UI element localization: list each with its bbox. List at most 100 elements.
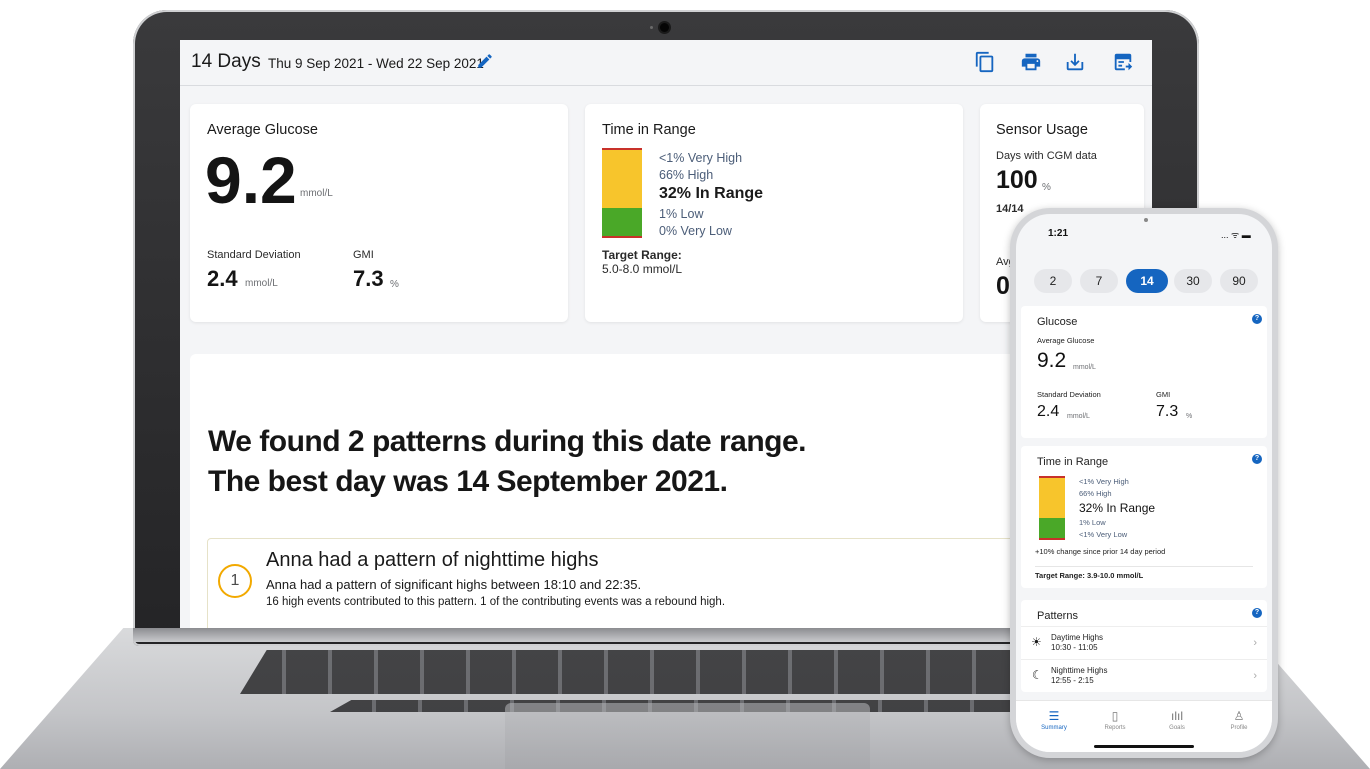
sd-label: Standard Deviation <box>207 249 301 261</box>
gmi-unit: % <box>1186 413 1193 420</box>
nav-label: Profile <box>1230 725 1248 731</box>
laptop-camera <box>660 23 669 32</box>
nav-profile[interactable]: ♙ Profile <box>1214 709 1264 731</box>
in-range-segment <box>602 208 642 236</box>
target-range-label: Target Range: <box>602 248 682 262</box>
goals-icon: ılıl <box>1171 709 1183 723</box>
chevron-right-icon: › <box>1253 670 1257 682</box>
pattern-row-nighttime[interactable]: ☾ Nighttime Highs 12:55 - 2:15 › <box>1021 659 1267 692</box>
pattern-detail: 16 high events contributed to this patte… <box>266 596 726 608</box>
nav-label: Goals <box>1169 725 1185 731</box>
pattern-time: 10:30 - 11:05 <box>1051 643 1098 652</box>
date-range: Thu 9 Sep 2021 - Wed 22 Sep 2021 <box>268 56 484 71</box>
pattern-row-daytime[interactable]: ☀ Daytime Highs 10:30 - 11:05 › <box>1021 626 1267 659</box>
sun-icon: ☀ <box>1031 635 1042 649</box>
card-title: Average Glucose <box>207 122 318 138</box>
status-time: 1:21 <box>1048 228 1069 239</box>
phone-screen: 1:21 ... ᯤ ▬ 2 7 14 30 90 Glucose ? Aver… <box>1016 214 1272 752</box>
gmi-label: GMI <box>353 249 374 261</box>
gmi-unit: % <box>390 279 399 290</box>
profile-icon: ♙ <box>1233 709 1245 723</box>
low-label: 1% Low <box>659 207 704 221</box>
patterns-headline-line-1: We found 2 patterns during this date ran… <box>208 425 807 458</box>
average-glucose-unit: mmol/L <box>300 188 333 199</box>
change-note: +10% change since prior 14 day period <box>1035 547 1166 556</box>
target-range-value: 5.0-8.0 mmol/L <box>602 262 683 276</box>
patterns-headline: We found 2 patterns during this date ran… <box>208 422 807 502</box>
reports-icon: ▯ <box>1111 709 1119 723</box>
card-title: Patterns <box>1037 610 1078 622</box>
status-icons: ... ᯤ ▬ <box>1221 230 1251 240</box>
laptop-trackpad <box>505 703 870 769</box>
card-title: Time in Range <box>602 122 696 138</box>
range-chip-30[interactable]: 30 <box>1174 269 1212 293</box>
pattern-label: Nighttime Highs <box>1051 666 1108 675</box>
cgm-days-ratio: 14/14 <box>996 203 1024 215</box>
pattern-time: 12:55 - 2:15 <box>1051 676 1094 685</box>
range-chip-90[interactable]: 90 <box>1220 269 1258 293</box>
patterns-section: We found 2 patterns during this date ran… <box>190 354 1152 628</box>
nav-reports[interactable]: ▯ Reports <box>1090 709 1140 731</box>
avg-value: 0 <box>996 272 1010 300</box>
gmi-value: 7.3 <box>1156 403 1179 420</box>
cgm-days-value: 100 <box>996 166 1038 194</box>
card-title: Glucose <box>1037 316 1078 328</box>
glucose-card: Glucose ? Average Glucose 9.2 mmol/L Sta… <box>1021 306 1267 438</box>
time-in-range-card: Time in Range <1% Very High 66% High 32%… <box>585 104 963 322</box>
nav-goals[interactable]: ılıl Goals <box>1152 709 1202 731</box>
export-icon[interactable] <box>1112 51 1134 73</box>
info-icon[interactable]: ? <box>1252 314 1262 324</box>
low-segment <box>1039 538 1065 540</box>
print-icon[interactable] <box>1020 51 1042 73</box>
copy-icon[interactable] <box>974 51 996 73</box>
range-chip-2[interactable]: 2 <box>1034 269 1072 293</box>
chevron-right-icon: › <box>1253 637 1257 649</box>
in-range-label: 32% In Range <box>1079 501 1156 515</box>
card-title: Sensor Usage <box>996 122 1088 138</box>
low-segment <box>602 236 642 238</box>
nav-summary[interactable]: ☰ Summary <box>1029 709 1079 731</box>
average-glucose-value: 9.2 <box>1037 349 1067 372</box>
report-header: 14 Days Thu 9 Sep 2021 - Wed 22 Sep 2021 <box>180 40 1152 86</box>
cgm-days-label: Days with CGM data <box>996 150 1097 162</box>
gmi-value: 7.3 <box>353 266 384 291</box>
phone-time-in-range-bar <box>1039 476 1065 540</box>
pattern-item[interactable]: 1 Anna had a pattern of nighttime highs … <box>207 538 1037 628</box>
download-icon[interactable] <box>1064 51 1086 73</box>
nav-label: Reports <box>1104 725 1126 731</box>
average-glucose-label: Average Glucose <box>1037 336 1095 345</box>
moon-icon: ☾ <box>1032 668 1043 682</box>
info-icon[interactable]: ? <box>1252 608 1262 618</box>
range-label: 14 Days <box>191 51 261 72</box>
very-low-label: 0% Very Low <box>659 224 732 238</box>
phone-patterns-card: Patterns ? ☀ Daytime Highs 10:30 - 11:05… <box>1021 600 1267 692</box>
high-label: 66% High <box>1079 489 1112 498</box>
info-icon[interactable]: ? <box>1252 454 1262 464</box>
gmi-label: GMI <box>1156 390 1171 399</box>
in-range-segment <box>1039 518 1065 538</box>
laptop-sensor <box>650 26 653 29</box>
pattern-description: Anna had a pattern of significant highs … <box>266 577 642 592</box>
sd-value: 2.4 <box>207 266 238 291</box>
low-label: 1% Low <box>1079 518 1106 527</box>
cgm-days-unit: % <box>1042 182 1051 193</box>
phone-time-in-range-card: Time in Range ? <1% Very High 66% High 3… <box>1021 446 1267 588</box>
very-high-label: <1% Very High <box>659 151 743 165</box>
sd-label: Standard Deviation <box>1037 390 1101 399</box>
range-chip-7[interactable]: 7 <box>1080 269 1118 293</box>
range-chip-14[interactable]: 14 <box>1126 269 1168 293</box>
phone-front-camera <box>1144 218 1148 222</box>
card-title: Time in Range <box>1037 456 1109 468</box>
home-indicator <box>1094 745 1194 748</box>
average-glucose-unit: mmol/L <box>1073 364 1096 371</box>
target-range: Target Range: 3.9-10.0 mmol/L <box>1035 566 1253 580</box>
laptop-screen: 14 Days Thu 9 Sep 2021 - Wed 22 Sep 2021… <box>180 40 1152 628</box>
average-glucose-card: Average Glucose 9.2 mmol/L Standard Devi… <box>190 104 568 322</box>
pattern-label: Daytime Highs <box>1051 633 1104 642</box>
patterns-headline-line-2: The best day was 14 September 2021. <box>208 465 728 498</box>
high-segment <box>1039 478 1065 518</box>
average-glucose-value: 9.2 <box>205 143 297 217</box>
summary-icon: ☰ <box>1048 709 1060 723</box>
laptop-keyboard <box>240 650 1130 694</box>
edit-icon[interactable] <box>476 52 494 70</box>
